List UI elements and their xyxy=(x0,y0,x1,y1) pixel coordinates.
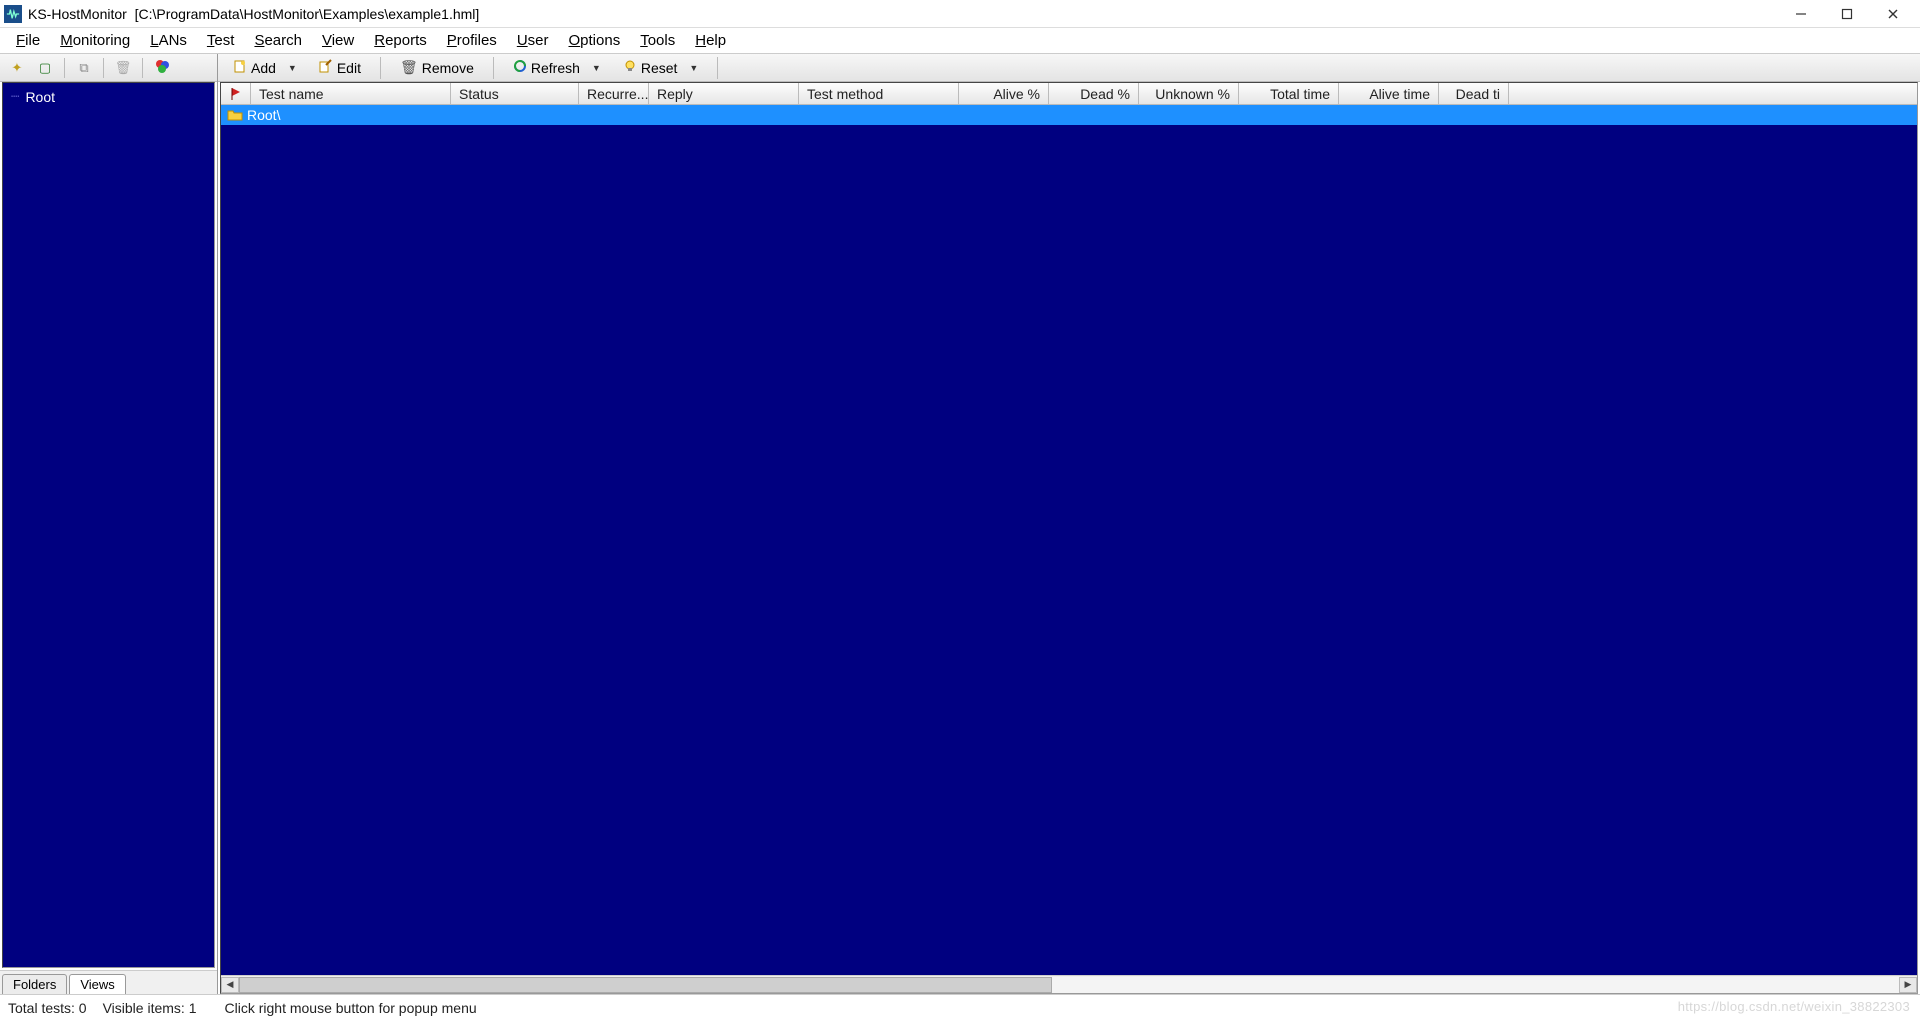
separator xyxy=(64,58,65,78)
file-path: [C:\ProgramData\HostMonitor\Examples\exa… xyxy=(135,6,480,22)
right-toolbar: Add ▼ Edit 🗑 Remove Refresh ▼ Reset ▼ xyxy=(218,54,1920,82)
menu-user[interactable]: User xyxy=(507,30,559,51)
separator xyxy=(380,57,381,79)
folder-tree[interactable]: ┈ Root xyxy=(2,82,215,968)
menu-reports[interactable]: Reports xyxy=(364,30,437,51)
title-bar: KS-HostMonitor [C:\ProgramData\HostMonit… xyxy=(0,0,1920,28)
delete-button[interactable]: 🗑 xyxy=(110,56,136,80)
scroll-right-button[interactable]: ▶ xyxy=(1899,977,1917,993)
close-button[interactable] xyxy=(1870,0,1916,28)
tree-root-node[interactable]: ┈ Root xyxy=(9,87,208,106)
test-grid: Test nameStatusRecurre...ReplyTest metho… xyxy=(220,82,1918,994)
reset-label: Reset xyxy=(641,60,678,76)
status-visible-items: Visible items: 1 xyxy=(103,1000,197,1016)
column-header[interactable]: Total time xyxy=(1239,83,1339,104)
remove-button[interactable]: 🗑 Remove xyxy=(391,56,483,79)
menu-file[interactable]: File xyxy=(6,30,50,51)
workspace: ✦ ▢ ⧉ 🗑 ┈ Root FoldersViews A xyxy=(0,54,1920,994)
separator xyxy=(717,57,718,79)
bulb-icon xyxy=(623,59,637,76)
column-header[interactable]: Dead ti xyxy=(1439,83,1509,104)
menu-search[interactable]: Search xyxy=(244,30,312,51)
minimize-button[interactable] xyxy=(1778,0,1824,28)
grid-header: Test nameStatusRecurre...ReplyTest metho… xyxy=(221,83,1917,105)
horizontal-scrollbar[interactable]: ◀ ▶ xyxy=(221,975,1917,993)
column-header[interactable]: Alive time xyxy=(1339,83,1439,104)
menu-options[interactable]: Options xyxy=(559,30,631,51)
status-hint: Click right mouse button for popup menu xyxy=(225,1000,477,1016)
grid-body[interactable]: Root\ xyxy=(221,105,1917,975)
app-name: KS-HostMonitor xyxy=(28,6,127,22)
column-header[interactable]: Status xyxy=(451,83,579,104)
add-label: Add xyxy=(251,60,276,76)
trash-icon: 🗑 xyxy=(400,59,418,76)
remove-label: Remove xyxy=(422,60,474,76)
new-folder-button[interactable]: ✦ xyxy=(4,56,30,80)
copy-button[interactable]: ⧉ xyxy=(71,56,97,80)
app-title: KS-HostMonitor [C:\ProgramData\HostMonit… xyxy=(28,6,479,22)
document-icon: ▢ xyxy=(39,60,51,76)
tree-root-label: Root xyxy=(25,89,55,105)
left-tab-views[interactable]: Views xyxy=(69,974,125,994)
new-file-icon xyxy=(233,59,247,76)
left-pane: ✦ ▢ ⧉ 🗑 ┈ Root FoldersViews xyxy=(0,54,218,994)
copy-icon: ⧉ xyxy=(79,60,88,76)
left-tabs: FoldersViews xyxy=(0,970,217,994)
left-toolbar: ✦ ▢ ⧉ 🗑 xyxy=(0,54,217,82)
column-header[interactable]: Reply xyxy=(649,83,799,104)
menu-tools[interactable]: Tools xyxy=(630,30,685,51)
app-icon xyxy=(4,5,22,23)
scroll-track[interactable] xyxy=(239,977,1899,993)
refresh-icon xyxy=(513,59,527,76)
chevron-down-icon[interactable]: ▼ xyxy=(288,63,297,73)
scroll-left-button[interactable]: ◀ xyxy=(221,977,239,993)
folder-open-icon xyxy=(227,108,243,122)
menu-profiles[interactable]: Profiles xyxy=(437,30,507,51)
menu-monitoring[interactable]: Monitoring xyxy=(50,30,140,51)
color-wheel-icon xyxy=(154,58,170,77)
column-header[interactable]: Test name xyxy=(251,83,451,104)
add-button[interactable]: Add ▼ xyxy=(224,56,306,79)
column-header[interactable]: Alive % xyxy=(959,83,1049,104)
column-header[interactable]: Unknown % xyxy=(1139,83,1239,104)
grid-row[interactable]: Root\ xyxy=(221,105,1917,125)
edit-button[interactable]: Edit xyxy=(310,56,370,79)
column-header[interactable]: Dead % xyxy=(1049,83,1139,104)
menu-test[interactable]: Test xyxy=(197,30,245,51)
left-tab-folders[interactable]: Folders xyxy=(2,974,67,994)
status-total-tests: Total tests: 0 xyxy=(8,1000,87,1016)
flag-icon xyxy=(230,87,242,101)
trash-icon: 🗑 xyxy=(115,60,132,76)
status-bar: Total tests: 0 Visible items: 1 Click ri… xyxy=(0,994,1920,1020)
color-properties-button[interactable] xyxy=(149,56,175,80)
column-header[interactable] xyxy=(221,83,251,104)
separator xyxy=(493,57,494,79)
edit-icon xyxy=(319,59,333,76)
column-header[interactable]: Recurre... xyxy=(579,83,649,104)
menu-help[interactable]: Help xyxy=(685,30,736,51)
menu-view[interactable]: View xyxy=(312,30,364,51)
menu-lans[interactable]: LANs xyxy=(140,30,197,51)
refresh-button[interactable]: Refresh ▼ xyxy=(504,56,610,79)
new-item-button[interactable]: ▢ xyxy=(32,56,58,80)
separator xyxy=(103,58,104,78)
maximize-button[interactable] xyxy=(1824,0,1870,28)
refresh-label: Refresh xyxy=(531,60,580,76)
reset-button[interactable]: Reset ▼ xyxy=(614,56,708,79)
row-text: Root\ xyxy=(247,107,280,123)
tree-connector-icon: ┈ xyxy=(11,88,19,105)
menu-bar: FileMonitoringLANsTestSearchViewReportsP… xyxy=(0,28,1920,54)
separator xyxy=(142,58,143,78)
chevron-down-icon[interactable]: ▼ xyxy=(689,63,698,73)
edit-label: Edit xyxy=(337,60,361,76)
right-pane: Add ▼ Edit 🗑 Remove Refresh ▼ Reset ▼ xyxy=(218,54,1920,994)
column-header[interactable]: Test method xyxy=(799,83,959,104)
sparkle-icon: ✦ xyxy=(12,60,23,76)
scroll-thumb[interactable] xyxy=(239,977,1052,993)
chevron-down-icon[interactable]: ▼ xyxy=(592,63,601,73)
